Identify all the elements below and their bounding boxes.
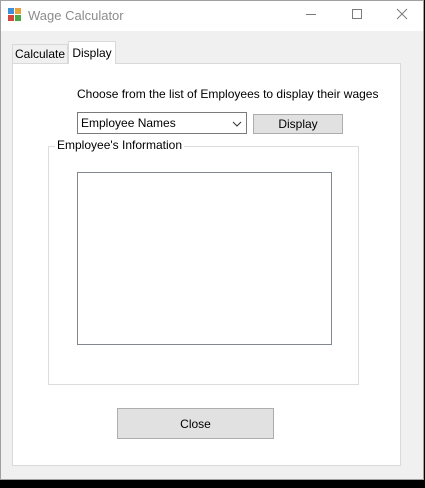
- tab-display[interactable]: Display: [68, 41, 116, 64]
- employee-info-listbox[interactable]: [77, 172, 332, 345]
- window-title: Wage Calculator: [28, 8, 124, 23]
- maximize-icon: [351, 7, 363, 25]
- minimize-button[interactable]: [288, 1, 334, 31]
- close-window-button[interactable]: [379, 1, 425, 31]
- close-button[interactable]: Close: [117, 408, 274, 439]
- app-icon: [8, 8, 22, 22]
- main-window: Wage Calculator Calculate Display Choose…: [0, 0, 424, 480]
- close-icon: [396, 7, 408, 25]
- title-bar[interactable]: Wage Calculator: [1, 1, 423, 31]
- maximize-button[interactable]: [334, 1, 380, 31]
- tab-calculate[interactable]: Calculate: [12, 44, 68, 63]
- group-label: Employee's Information: [55, 138, 185, 152]
- display-tab-page: Choose from the list of Employees to dis…: [12, 63, 401, 466]
- instruction-label: Choose from the list of Employees to dis…: [77, 87, 379, 101]
- client-area: Calculate Display Choose from the list o…: [1, 31, 423, 479]
- dropdown-selected-value: Employee Names: [81, 116, 176, 130]
- chevron-down-icon[interactable]: [231, 117, 243, 129]
- display-button[interactable]: Display: [253, 114, 343, 134]
- employee-names-dropdown[interactable]: Employee Names: [77, 112, 247, 134]
- minimize-icon: [305, 7, 317, 25]
